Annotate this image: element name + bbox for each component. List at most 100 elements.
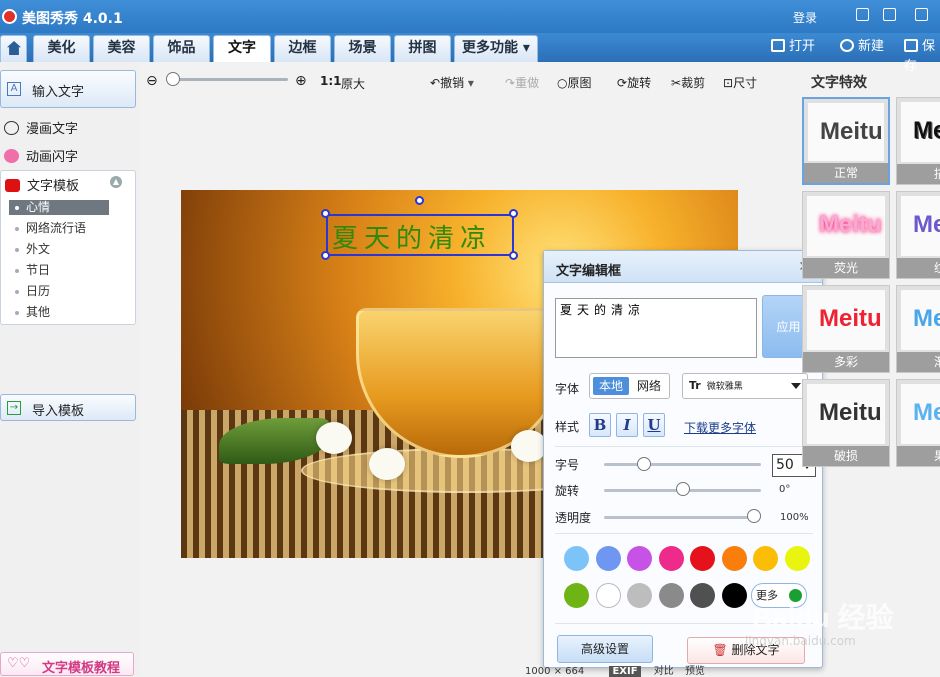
- font-size-thumb[interactable]: [637, 457, 651, 471]
- resize-handle[interactable]: [321, 209, 330, 218]
- font-source-local[interactable]: 本地: [593, 377, 629, 395]
- crop-button[interactable]: ✂裁剪: [671, 74, 705, 91]
- color-swatch[interactable]: [690, 583, 715, 608]
- opacity-slider[interactable]: [604, 516, 761, 519]
- preview-button[interactable]: 预览: [685, 666, 705, 677]
- exif-badge[interactable]: EXIF: [609, 666, 641, 677]
- rotate-handle[interactable]: [415, 196, 424, 205]
- bold-button[interactable]: B: [589, 413, 611, 437]
- text-content-input[interactable]: 夏天的清凉: [555, 298, 757, 358]
- resize-button[interactable]: ⊡尺寸: [723, 74, 757, 91]
- tab-beautify[interactable]: 美化: [33, 35, 90, 62]
- color-swatch[interactable]: [753, 546, 778, 571]
- tab-more-features[interactable]: 更多功能 ▾: [454, 35, 538, 62]
- font-select-value: 微软雅黑: [706, 382, 743, 392]
- font-select[interactable]: Tr 微软雅黑: [682, 373, 808, 399]
- original-button[interactable]: ○原图: [557, 74, 592, 91]
- category-internet-slang[interactable]: 网络流行语: [9, 221, 109, 236]
- actual-size-ratio[interactable]: 1:1: [320, 74, 342, 88]
- zoom-slider[interactable]: [168, 78, 288, 81]
- tab-frame[interactable]: 边框: [274, 35, 331, 62]
- underline-button[interactable]: U: [643, 413, 665, 437]
- text-effect-tile[interactable]: Me 纹: [896, 191, 940, 279]
- animated-text-item[interactable]: 动画闪字: [4, 146, 78, 165]
- flower-image: [511, 430, 547, 462]
- resize-handle[interactable]: [509, 251, 518, 260]
- canvas-text-overlay[interactable]: 夏天的清凉: [332, 218, 492, 255]
- open-button[interactable]: 打开: [771, 37, 815, 57]
- style-label: 样式: [555, 420, 580, 434]
- redo-button[interactable]: ↷重做: [505, 74, 539, 91]
- text-effect-tile[interactable]: Me 描: [896, 97, 940, 185]
- undo-label: 撤销: [440, 76, 465, 90]
- tab-face[interactable]: 美容: [93, 35, 150, 62]
- login-link[interactable]: 登录: [793, 9, 817, 26]
- color-swatch[interactable]: [564, 583, 589, 608]
- open-label: 打开: [789, 39, 816, 54]
- text-effect-tile[interactable]: Meitu 破损: [802, 379, 890, 467]
- collapse-icon[interactable]: ▲: [110, 176, 122, 188]
- text-effect-tile[interactable]: Meitu 荧光: [802, 191, 890, 279]
- hearts-icon: ♡♡: [7, 656, 31, 671]
- category-foreign[interactable]: 外文: [9, 242, 109, 257]
- dropdown-arrow-icon: [791, 383, 801, 389]
- import-template-button[interactable]: → 导入模板: [0, 394, 136, 421]
- floppy-icon: [904, 39, 918, 52]
- tab-scene[interactable]: 场景: [334, 35, 391, 62]
- input-text-button[interactable]: A 输入文字: [0, 70, 136, 108]
- color-swatch[interactable]: [595, 583, 621, 608]
- home-icon: [7, 41, 21, 55]
- color-swatch[interactable]: [721, 546, 747, 571]
- effect-preview: Me: [901, 196, 940, 256]
- color-swatch[interactable]: [564, 546, 589, 571]
- undo-button[interactable]: ↶撤销 ▾: [430, 74, 474, 91]
- zoom-out-icon[interactable]: ⊖: [146, 73, 158, 89]
- flower-image: [316, 422, 352, 454]
- color-swatch[interactable]: [658, 546, 684, 571]
- dialog-header[interactable]: 文字编辑框 ✕: [544, 251, 822, 283]
- feedback-icon[interactable]: [856, 8, 869, 21]
- tab-collage[interactable]: 拼图: [394, 35, 451, 62]
- italic-button[interactable]: I: [616, 413, 638, 437]
- menu-icon[interactable]: [883, 8, 896, 21]
- actual-size-button[interactable]: 原大: [341, 75, 365, 92]
- category-holiday[interactable]: 节日: [9, 263, 109, 278]
- save-button[interactable]: 保存: [904, 37, 940, 77]
- minimize-icon[interactable]: [915, 8, 928, 21]
- color-swatch[interactable]: [658, 583, 684, 608]
- download-fonts-link[interactable]: 下载更多字体: [684, 419, 756, 436]
- color-swatch[interactable]: [595, 546, 621, 571]
- text-effect-tile[interactable]: Me 果: [896, 379, 940, 467]
- advanced-settings-button[interactable]: 高级设置: [557, 635, 653, 663]
- color-swatch[interactable]: [627, 583, 652, 608]
- effect-label: 果: [897, 446, 940, 466]
- resize-handle[interactable]: [321, 251, 330, 260]
- home-tab[interactable]: [0, 35, 27, 62]
- color-swatch[interactable]: [690, 546, 715, 571]
- text-effect-tile[interactable]: Me 渐: [896, 285, 940, 373]
- font-size-slider[interactable]: [604, 463, 761, 466]
- text-effect-tile[interactable]: Meitu 多彩: [802, 285, 890, 373]
- zoom-in-icon[interactable]: ⊕: [295, 73, 307, 89]
- compare-button[interactable]: 对比: [654, 666, 674, 677]
- category-mood[interactable]: 心情: [9, 200, 109, 215]
- rotation-thumb[interactable]: [676, 482, 690, 496]
- undo-dropdown-icon[interactable]: ▾: [468, 76, 474, 90]
- color-swatch[interactable]: [784, 546, 810, 571]
- color-swatch[interactable]: [721, 583, 747, 608]
- template-header[interactable]: 文字模板: [5, 175, 79, 194]
- template-tutorial-button[interactable]: ♡♡ 文字模板教程: [0, 652, 134, 676]
- resize-handle[interactable]: [509, 209, 518, 218]
- zoom-slider-thumb[interactable]: [166, 72, 180, 86]
- tab-accessories[interactable]: 饰品: [153, 35, 210, 62]
- tab-text[interactable]: 文字: [213, 35, 271, 62]
- rotate-button[interactable]: ⟳旋转: [617, 74, 651, 91]
- opacity-thumb[interactable]: [747, 509, 761, 523]
- category-calendar[interactable]: 日历: [9, 284, 109, 299]
- font-source-web[interactable]: 网络: [631, 377, 667, 395]
- color-swatch[interactable]: [627, 546, 652, 571]
- category-other[interactable]: 其他: [9, 305, 109, 320]
- new-button[interactable]: 新建: [840, 37, 884, 57]
- comic-text-item[interactable]: 漫画文字: [4, 118, 78, 137]
- text-effect-tile[interactable]: Meitu 正常: [802, 97, 890, 185]
